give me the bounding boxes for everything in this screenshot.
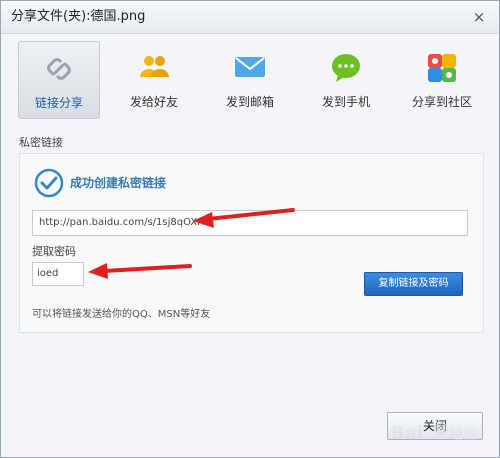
tab-send-phone[interactable]: 发到手机 <box>306 41 386 117</box>
share-tabs: 链接分享 发给好友 发到邮箱 发到手机 分享到社区 <box>18 41 488 119</box>
tab-label: 分享到社区 <box>411 95 472 109</box>
tab-label: 发给好友 <box>129 95 178 109</box>
tab-label: 链接分享 <box>34 96 83 110</box>
dialog-title: 分享文件(夹):德国.png <box>11 9 146 24</box>
tab-label: 发到手机 <box>321 95 370 109</box>
extract-code-label: 提取密码 <box>32 245 76 258</box>
section-title: 私密链接 <box>19 136 63 149</box>
link-icon <box>47 58 71 80</box>
close-icon[interactable]: × <box>469 1 489 33</box>
chat-icon <box>332 54 360 82</box>
tab-send-friends[interactable]: 发给好友 <box>114 41 194 117</box>
success-message: 成功创建私密链接 <box>70 176 167 190</box>
copy-link-and-code-button[interactable]: 复制链接及密码 <box>364 272 463 296</box>
share-link-field[interactable]: http://pan.baidu.com/s/1sj8qOXn <box>32 210 468 236</box>
close-button[interactable]: 关闭 <box>387 412 483 440</box>
tab-share-community[interactable]: 分享到社区 <box>402 41 482 117</box>
community-icon <box>428 54 456 82</box>
extract-code-field[interactable]: ioed <box>32 262 84 286</box>
friends-icon <box>140 56 169 77</box>
title-bar: 分享文件(夹):德国.png × <box>1 1 499 34</box>
tab-send-email[interactable]: 发到邮箱 <box>210 41 290 117</box>
success-row: 成功创建私密链接 <box>34 168 166 198</box>
share-hint: 可以将链接发送给你的QQ、MSN等好友 <box>32 309 211 320</box>
share-dialog: 分享文件(夹):德国.png × 链接分享 发给好友 发到邮箱 发到手机 分享到… <box>0 0 500 458</box>
tab-link-share[interactable]: 链接分享 <box>18 41 100 119</box>
private-link-panel: 成功创建私密链接 http://pan.baidu.com/s/1sj8qOXn… <box>19 153 484 333</box>
mail-icon <box>235 57 265 77</box>
tab-label: 发到邮箱 <box>225 95 274 109</box>
check-circle-icon <box>34 168 64 198</box>
